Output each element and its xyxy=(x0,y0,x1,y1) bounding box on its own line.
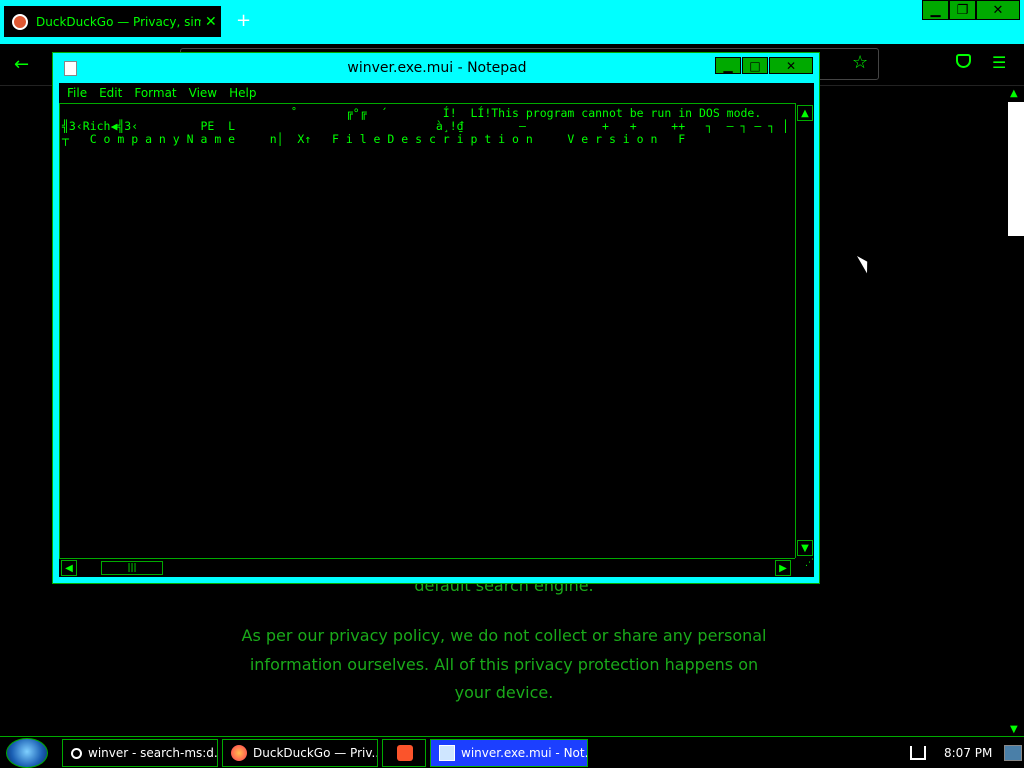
taskbar-item-notepad[interactable]: winver.exe.mui - Not... xyxy=(430,739,588,767)
notepad-icon xyxy=(439,745,455,761)
scroll-down-icon[interactable]: ▼ xyxy=(797,540,813,556)
browser-restore-button[interactable]: ❐ xyxy=(949,0,976,20)
privacy-text-line: information ourselves. All of this priva… xyxy=(249,655,759,674)
tab-close-icon[interactable]: ✕ xyxy=(205,14,217,30)
notepad-window: winver.exe.mui - Notepad ▁ □ ✕ File Edit… xyxy=(52,52,820,584)
horizontal-scroll-thumb[interactable]: ||| xyxy=(101,561,163,575)
network-icon[interactable] xyxy=(910,746,926,760)
back-button[interactable]: ← xyxy=(14,54,29,75)
notepad-menu-bar: File Edit Format View Help xyxy=(59,83,814,103)
notepad-close-button[interactable]: ✕ xyxy=(769,57,813,74)
page-scrollbar-thumb[interactable] xyxy=(1008,102,1024,236)
resize-grip-icon[interactable]: ⋰ xyxy=(795,558,814,577)
notepad-maximize-button[interactable]: □ xyxy=(742,57,768,74)
browser-minimize-button[interactable]: ▁ xyxy=(922,0,949,20)
taskbar-item-label: winver.exe.mui - Not... xyxy=(461,746,587,760)
notepad-text-area[interactable]: ˚ ╔°╔ ´ Í! LÍ!This program cannot be run… xyxy=(59,103,795,558)
notepad-horizontal-scrollbar[interactable]: ◀ ||| ▶ xyxy=(59,558,795,577)
privacy-text-line: your device. xyxy=(454,683,554,702)
show-desktop-icon[interactable] xyxy=(1004,745,1022,761)
hamburger-menu-icon[interactable]: ☰ xyxy=(992,53,1006,72)
menu-edit[interactable]: Edit xyxy=(99,86,122,100)
notepad-title-bar[interactable]: winver.exe.mui - Notepad ▁ □ ✕ xyxy=(53,53,821,83)
scroll-up-icon[interactable]: ▲ xyxy=(797,105,813,121)
notepad-vertical-scrollbar[interactable]: ▲ ▼ xyxy=(795,103,814,558)
bookmark-star-icon[interactable]: ☆ xyxy=(852,52,868,73)
notepad-title: winver.exe.mui - Notepad xyxy=(347,60,527,76)
taskbar-item-brave[interactable] xyxy=(382,739,426,767)
new-tab-button[interactable]: + xyxy=(236,10,251,31)
tab-title: DuckDuckGo — Privacy, simplif xyxy=(36,14,201,29)
browser-close-button[interactable]: ✕ xyxy=(976,0,1020,20)
taskbar: winver - search-ms:d... DuckDuckGo — Pri… xyxy=(0,736,1024,768)
text-line: ┬ C o m p a n y N a m e n│ X↑ F i l e D … xyxy=(62,132,686,146)
text-line: ╣3‹Rich◀╣3‹ PE L à¸!₫ – + + ++ ┐ – ┐ – ┐… xyxy=(62,119,789,133)
clock[interactable]: 8:07 PM xyxy=(944,746,992,760)
taskbar-item-label: winver - search-ms:d... xyxy=(88,746,217,760)
browser-tab-duckduckgo[interactable]: DuckDuckGo — Privacy, simplif ✕ xyxy=(3,5,222,38)
taskbar-item-search[interactable]: winver - search-ms:d... xyxy=(62,739,218,767)
browser-tab-bar: DuckDuckGo — Privacy, simplif ✕ + ▁ ❐ ✕ xyxy=(0,0,1024,44)
text-line: ˚ ╔°╔ ´ Í! LÍ!This program cannot be run… xyxy=(62,106,762,120)
page-scroll-up-icon[interactable]: ▲ xyxy=(1010,88,1018,99)
menu-format[interactable]: Format xyxy=(134,86,176,100)
scroll-right-icon[interactable]: ▶ xyxy=(775,560,791,576)
menu-help[interactable]: Help xyxy=(229,86,256,100)
taskbar-item-firefox[interactable]: DuckDuckGo — Priv... xyxy=(222,739,378,767)
start-button[interactable] xyxy=(6,738,48,768)
privacy-text-line: As per our privacy policy, we do not col… xyxy=(241,626,767,645)
duckduckgo-favicon-icon xyxy=(12,13,28,30)
page-scroll-down-icon[interactable]: ▼ xyxy=(1010,724,1018,735)
firefox-icon xyxy=(231,745,247,761)
search-icon xyxy=(71,747,82,759)
notepad-minimize-button[interactable]: ▁ xyxy=(715,57,741,74)
scroll-left-icon[interactable]: ◀ xyxy=(61,560,77,576)
brave-icon xyxy=(397,745,413,761)
menu-view[interactable]: View xyxy=(189,86,217,100)
menu-file[interactable]: File xyxy=(67,86,87,100)
taskbar-item-label: DuckDuckGo — Priv... xyxy=(253,746,377,760)
